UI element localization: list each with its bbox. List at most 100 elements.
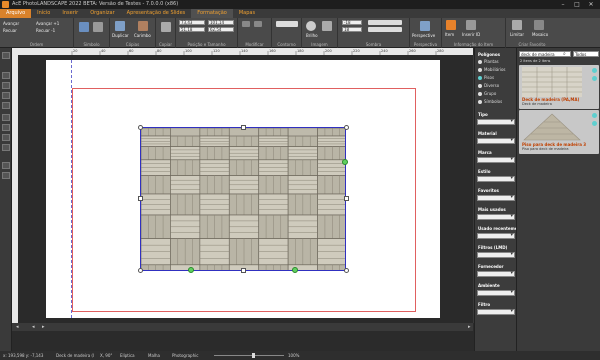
brightness-button[interactable]: Brilho (306, 33, 318, 38)
brush-tool-icon[interactable] (2, 172, 10, 179)
perspective-handle-right[interactable] (342, 159, 348, 165)
filter-dropdown[interactable] (477, 213, 515, 220)
render-mode[interactable]: Photographic (172, 351, 198, 360)
perspective-button[interactable]: Perspective (412, 33, 435, 38)
insert-id-button[interactable]: Inserir ID (462, 32, 480, 37)
filter-dropdown[interactable] (477, 175, 515, 182)
filter-dropdown[interactable] (477, 118, 515, 125)
copy-icon[interactable] (161, 22, 171, 32)
radio-plantas[interactable]: Plantas (478, 59, 499, 64)
favorite-icon[interactable] (592, 68, 597, 73)
filter-dropdown[interactable] (477, 232, 515, 239)
resource-card[interactable]: Deck de madeira (PA,MA) Deck de madeira (519, 65, 599, 109)
perspective-handle-bottom-right[interactable] (292, 267, 298, 273)
handle-top-mid[interactable] (241, 125, 246, 130)
pan-tool-icon[interactable] (2, 82, 10, 89)
menu-inicio[interactable]: Início (31, 9, 56, 18)
info-icon[interactable] (592, 76, 597, 81)
filter-dropdown[interactable] (477, 137, 515, 144)
radio-simbolos[interactable]: Símbolos (478, 99, 502, 104)
page-prev-icon[interactable]: ◂ (32, 324, 38, 330)
select-tool-icon[interactable] (2, 52, 10, 59)
horizontal-scrollbar[interactable]: ◂ ◂ ▸ ▸ (12, 323, 473, 331)
pen-tool-icon[interactable] (2, 162, 10, 169)
duplicate-button[interactable]: Duplicar (112, 33, 129, 38)
radio-diverso[interactable]: Diverso (478, 83, 499, 88)
filter-dropdown[interactable] (477, 156, 515, 163)
shadow-x-field[interactable]: -18 (342, 20, 362, 25)
info-icon[interactable] (592, 121, 597, 126)
grid-toggle[interactable]: Malha (148, 351, 160, 360)
guide-line[interactable] (71, 60, 72, 318)
y-field[interactable]: 51,18 (179, 27, 205, 32)
forward-button[interactable]: Avançar (3, 21, 19, 26)
zoom-slider[interactable] (214, 355, 284, 356)
perspective-icon[interactable] (420, 21, 430, 31)
filter-dropdown[interactable] (477, 270, 515, 277)
menu-apresentacao[interactable]: Apresentação de Slides (121, 9, 192, 18)
limit-button[interactable]: Limitar (510, 32, 524, 37)
minimize-icon[interactable]: – (556, 0, 570, 9)
text-tool-icon[interactable] (2, 114, 10, 121)
line-tool-icon[interactable] (2, 124, 10, 131)
page-next-icon[interactable]: ▸ (42, 324, 48, 330)
handle-bottom-left[interactable] (138, 268, 143, 273)
handle-mid-right[interactable] (344, 196, 349, 201)
filter-dropdown[interactable] (477, 289, 515, 296)
radio-mobiliarios[interactable]: Mobiliários (478, 67, 506, 72)
measure-tool-icon[interactable] (2, 102, 10, 109)
radio-pisos[interactable]: Pisos (478, 75, 494, 80)
duplicate-icon[interactable] (115, 21, 125, 31)
polygon-tool-icon[interactable] (2, 144, 10, 151)
insert-id-icon[interactable] (466, 20, 476, 30)
menu-inserir[interactable]: Inserir (56, 9, 84, 18)
handle-top-left[interactable] (138, 125, 143, 130)
perspective-handle-bottom-left[interactable] (188, 267, 194, 273)
forward-one-button[interactable]: Avançar +1 (36, 21, 59, 26)
elliptic-toggle[interactable]: Elíptica (120, 351, 135, 360)
filter-dropdown[interactable] (477, 308, 515, 315)
back-one-button[interactable]: Recuar -1 (36, 28, 55, 33)
handle-top-right[interactable] (344, 125, 349, 130)
shadow-blur-picker[interactable] (368, 27, 402, 32)
back-button[interactable]: Recuar (3, 28, 17, 33)
zoom-tool-icon[interactable] (2, 72, 10, 79)
x-field[interactable]: 73,43 (179, 20, 205, 25)
menu-arquivo[interactable]: Arquivo (0, 9, 32, 18)
rotate-tool-icon[interactable] (2, 92, 10, 99)
scroll-left-icon[interactable]: ◂ (16, 324, 22, 330)
favorite-icon[interactable] (592, 113, 597, 118)
menu-formatacao[interactable]: Formatação (191, 9, 233, 18)
menu-organizar[interactable]: Organizar (84, 9, 120, 18)
shape-tool-icon[interactable] (2, 134, 10, 141)
filter-dropdown[interactable] (477, 194, 515, 201)
shadow-y-field[interactable]: 18 (342, 27, 362, 32)
mosaic-button[interactable]: Mosaico (532, 32, 548, 37)
filter-dropdown[interactable] (477, 251, 515, 258)
symbol-icon[interactable] (79, 22, 89, 32)
scope-select[interactable]: Todos (573, 51, 599, 57)
radio-grupo[interactable]: Grupo (478, 91, 496, 96)
stamp-icon[interactable] (138, 21, 148, 31)
brightness-icon[interactable] (306, 21, 316, 31)
mosaic-icon[interactable] (534, 20, 544, 30)
menu-mapas[interactable]: Mapas (233, 9, 261, 18)
item-button[interactable]: Item (445, 32, 454, 37)
handle-mid-left[interactable] (138, 196, 143, 201)
rotate-icon[interactable] (254, 21, 262, 27)
deck-image[interactable] (140, 127, 346, 271)
width-field[interactable]: 101,14 (208, 20, 234, 25)
handle-bottom-mid[interactable] (241, 268, 246, 273)
zoom-slider-thumb[interactable] (252, 353, 255, 358)
limit-icon[interactable] (512, 20, 522, 30)
search-icon[interactable]: ⌕ (563, 51, 566, 57)
handle-bottom-right[interactable] (344, 268, 349, 273)
item-search-icon[interactable] (446, 20, 456, 30)
flip-icon[interactable] (242, 21, 250, 27)
height-field[interactable]: 62,54 (208, 27, 234, 32)
close-icon[interactable]: ✕ (584, 0, 598, 9)
image-adjust-icon[interactable] (322, 21, 332, 31)
symbol-alt-icon[interactable] (93, 22, 103, 32)
outline-picker[interactable] (276, 21, 298, 27)
shadow-color-picker[interactable] (368, 20, 402, 25)
